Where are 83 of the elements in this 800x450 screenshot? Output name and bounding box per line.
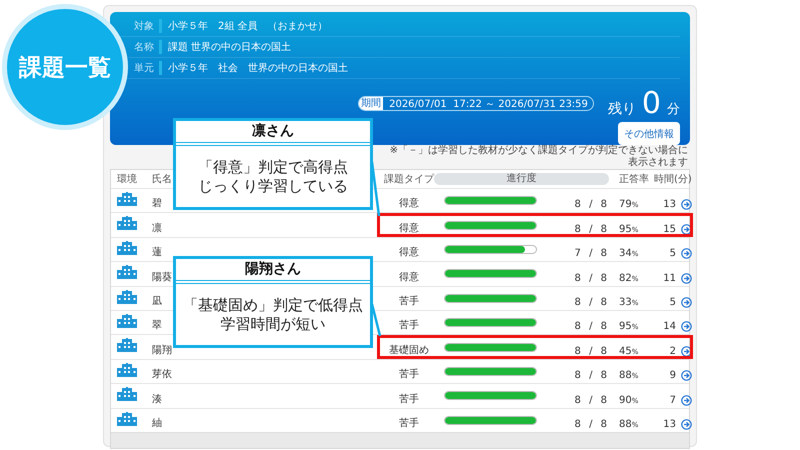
callout-text: じっくり学習している: [198, 176, 348, 196]
callout-title: 陽翔さん: [176, 259, 370, 284]
progress-count: 8 / 8: [574, 321, 608, 332]
arrow-right-icon[interactable]: [681, 370, 692, 382]
student-name: 蓮: [152, 246, 162, 260]
arrow-right-icon[interactable]: [681, 346, 692, 357]
student-name: 陽葵: [152, 270, 172, 284]
column-header: 正答率: [619, 172, 649, 186]
study-time: 2: [668, 346, 677, 357]
student-name: 紬: [152, 416, 162, 430]
task-type: 得意: [398, 196, 420, 210]
arrow-right-icon[interactable]: [681, 296, 692, 308]
school-building-icon: [117, 265, 137, 280]
progress-count: 8 / 8: [574, 346, 608, 357]
student-name: 芽依: [152, 368, 172, 382]
arrow-right-icon[interactable]: [681, 224, 692, 235]
callout-text: 「得意」判定で高得点: [198, 158, 348, 176]
arrow-right-icon[interactable]: [681, 272, 692, 284]
task-type: 苦手: [398, 294, 420, 308]
school-building-icon: [117, 338, 137, 352]
period-label: 期間: [359, 97, 384, 110]
task-type: 苦手: [398, 318, 420, 332]
more-info-button[interactable]: その他情報: [618, 122, 680, 145]
student-name: 碧: [152, 197, 162, 210]
study-time: 15: [662, 224, 677, 235]
callout-title: 凛さん: [176, 121, 370, 146]
study-time: 11: [662, 272, 677, 284]
study-time: 9: [668, 370, 677, 382]
school-building-icon: [117, 216, 137, 230]
callout-text: 学習時間が短い: [220, 314, 326, 334]
arrow-right-icon[interactable]: [681, 248, 692, 260]
school-building-icon: [117, 290, 137, 304]
task-type: 苦手: [398, 416, 420, 430]
student-name: 凪: [152, 294, 162, 308]
remaining-label: 残り: [608, 100, 636, 118]
task-type: 得意: [398, 222, 420, 235]
school-building-icon: [117, 412, 137, 426]
info-value: 小学５年 2組 全員 （おまかせ）: [168, 20, 328, 33]
study-time: 14: [662, 321, 677, 332]
progress-count: 8 / 8: [574, 394, 608, 406]
study-time: 5: [668, 248, 677, 260]
column-header: 課題タイプ: [384, 172, 434, 186]
column-header: 進行度: [434, 173, 609, 185]
title-badge: 課題一覧: [2, 4, 128, 130]
school-building-icon: [117, 314, 137, 328]
task-type: 基礎固め: [388, 344, 430, 357]
progress-count: 8 / 8: [574, 296, 608, 308]
column-header: 環境: [117, 172, 137, 186]
remaining-unit: 分: [667, 101, 680, 118]
column-header: 時間(分): [654, 172, 692, 186]
period-value: 2026/07/01 17:22 ～ 2026/07/31 23:59: [388, 98, 588, 110]
task-type: 得意: [398, 246, 420, 260]
study-time: 13: [662, 418, 677, 430]
school-building-icon: [117, 240, 137, 255]
study-time: 7: [668, 394, 677, 406]
school-building-icon: [117, 362, 137, 377]
progress-count: 8 / 8: [574, 272, 608, 284]
student-name: 陽翔: [152, 344, 172, 357]
progress-count: 8 / 8: [574, 370, 608, 382]
study-time: 13: [662, 199, 677, 210]
arrow-right-icon[interactable]: [681, 418, 692, 430]
task-type: 苦手: [398, 368, 420, 382]
note-text: ※「－」は学習した教材が少なく課題タイプが判定できない場合に表示されます: [388, 145, 688, 169]
progress-count: 8 / 8: [574, 224, 608, 235]
arrow-right-icon[interactable]: [681, 199, 692, 210]
student-name: 凛: [152, 222, 162, 235]
arrow-right-icon[interactable]: [681, 321, 692, 332]
student-name: 翠: [152, 319, 162, 332]
progress-count: 8 / 8: [574, 418, 608, 430]
remaining-value: 0: [642, 89, 661, 119]
column-header: 氏名: [152, 172, 172, 186]
progress-count: 7 / 8: [574, 248, 608, 260]
school-building-icon: [117, 387, 137, 402]
student-name: 湊: [152, 392, 162, 406]
school-building-icon: [117, 192, 137, 206]
info-value: 小学５年 社会 世界の中の日本の国土: [168, 62, 348, 75]
info-value: 課題 世界の中の日本の国土: [168, 40, 292, 54]
task-type: 苦手: [398, 392, 420, 406]
arrow-right-icon[interactable]: [681, 394, 692, 406]
callout-text: 「基礎固め」判定で低得点: [183, 296, 363, 314]
progress-count: 8 / 8: [574, 199, 608, 210]
task-type: 得意: [398, 270, 420, 284]
study-time: 5: [668, 296, 677, 308]
